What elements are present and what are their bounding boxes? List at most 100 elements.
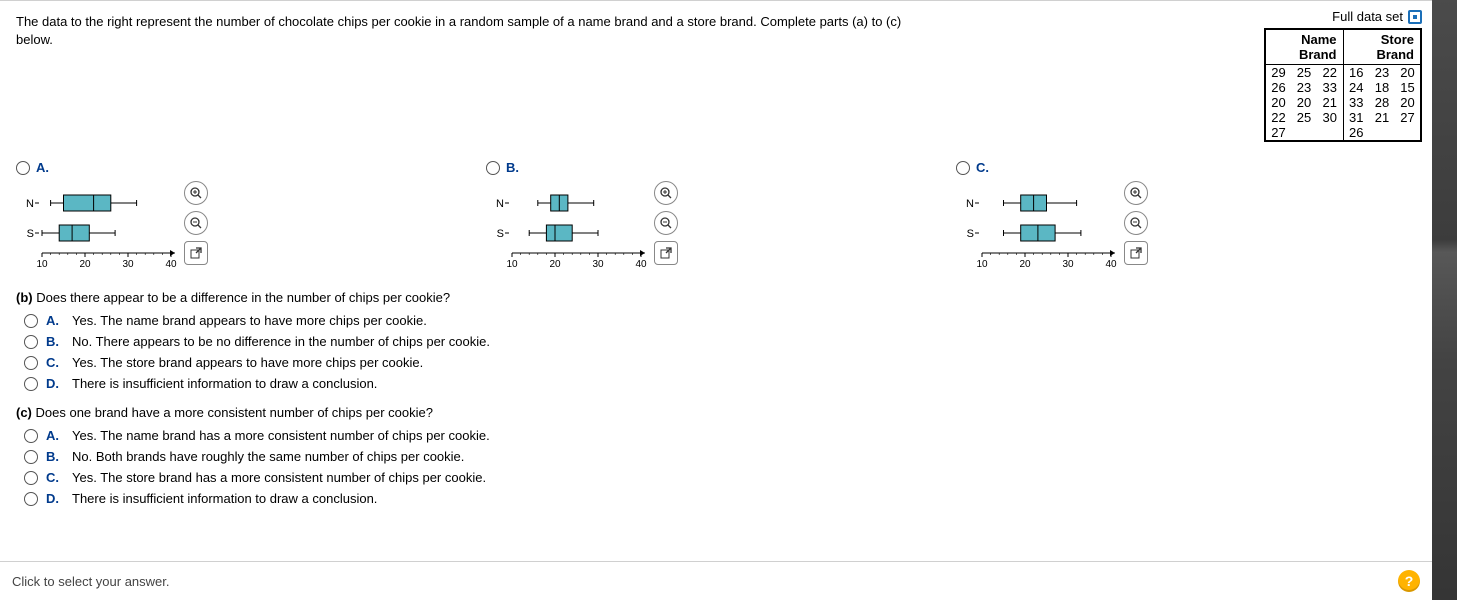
radio-b-d[interactable] — [24, 377, 38, 391]
cell: 20 — [1265, 95, 1291, 110]
cell: 22 — [1265, 110, 1291, 125]
svg-text:20: 20 — [79, 259, 91, 270]
cell: 27 — [1395, 110, 1421, 125]
background-strip — [1432, 0, 1457, 600]
svg-text:N: N — [26, 198, 34, 210]
svg-text:10: 10 — [36, 259, 48, 270]
radio-plot-b[interactable] — [486, 161, 500, 175]
cell: 20 — [1395, 65, 1421, 81]
svg-text:20: 20 — [1019, 259, 1031, 270]
opt-label: C. — [46, 470, 64, 485]
opt-text: No. There appears to be no difference in… — [72, 334, 490, 349]
cell — [1291, 125, 1317, 141]
zoom-in-icon[interactable] — [184, 181, 208, 205]
radio-plot-c[interactable] — [956, 161, 970, 175]
table-header-name: Name Brand — [1265, 29, 1343, 65]
cell: 28 — [1369, 95, 1395, 110]
cell — [1395, 125, 1421, 141]
cell: 23 — [1369, 65, 1395, 81]
popout-icon[interactable] — [1124, 241, 1148, 265]
cell: 30 — [1317, 110, 1343, 125]
opt-text: Yes. The store brand appears to have mor… — [72, 355, 423, 370]
svg-text:10: 10 — [976, 259, 988, 270]
cell: 25 — [1291, 110, 1317, 125]
svg-text:40: 40 — [1105, 259, 1117, 270]
opt-label: A. — [46, 313, 64, 328]
cell: 29 — [1265, 65, 1291, 81]
opt-label: D. — [46, 376, 64, 391]
svg-text:40: 40 — [635, 259, 647, 270]
full-data-set-link[interactable]: Full data set — [1332, 9, 1422, 24]
zoom-in-icon[interactable] — [1124, 181, 1148, 205]
question-c-text: Does one brand have a more consistent nu… — [36, 405, 433, 420]
radio-b-a[interactable] — [24, 314, 38, 328]
svg-text:20: 20 — [549, 259, 561, 270]
cell: 15 — [1395, 80, 1421, 95]
svg-text:10: 10 — [506, 259, 518, 270]
radio-b-c[interactable] — [24, 356, 38, 370]
cell: 33 — [1343, 95, 1369, 110]
opt-label: D. — [46, 491, 64, 506]
data-table: Name Brand Store Brand 29 25 22 16 23 20… — [1264, 28, 1422, 142]
cell: 25 — [1291, 65, 1317, 81]
cell: 20 — [1291, 95, 1317, 110]
cell: 16 — [1343, 65, 1369, 81]
popout-icon[interactable] — [654, 241, 678, 265]
zoom-in-icon[interactable] — [654, 181, 678, 205]
full-data-set-label: Full data set — [1332, 9, 1403, 24]
opt-text: Yes. The store brand has a more consiste… — [72, 470, 486, 485]
svg-text:30: 30 — [592, 259, 604, 270]
cell: 24 — [1343, 80, 1369, 95]
cell: 18 — [1369, 80, 1395, 95]
svg-text:30: 30 — [122, 259, 134, 270]
radio-c-b[interactable] — [24, 450, 38, 464]
svg-text:S: S — [497, 228, 504, 240]
opt-text: There is insufficient information to dra… — [72, 491, 377, 506]
radio-c-a[interactable] — [24, 429, 38, 443]
table-header-store: Store Brand — [1343, 29, 1421, 65]
cell: 21 — [1317, 95, 1343, 110]
cell: 26 — [1343, 125, 1369, 141]
question-b-prefix: (b) — [16, 290, 36, 305]
opt-text: No. Both brands have roughly the same nu… — [72, 449, 464, 464]
data-set-icon — [1408, 10, 1422, 24]
help-button[interactable]: ? — [1398, 570, 1420, 592]
cell: 22 — [1317, 65, 1343, 81]
cell: 20 — [1395, 95, 1421, 110]
intro-text: The data to the right represent the numb… — [16, 9, 916, 48]
plot-choice-c-label: C. — [976, 160, 989, 175]
boxplot-c: 10 20 30 40 N S — [964, 181, 1119, 276]
cell: 23 — [1291, 80, 1317, 95]
cell: 33 — [1317, 80, 1343, 95]
boxplot-b: 10203040NS — [494, 181, 649, 276]
svg-text:30: 30 — [1062, 259, 1074, 270]
radio-c-c[interactable] — [24, 471, 38, 485]
footer-text: Click to select your answer. — [12, 574, 170, 589]
cell — [1317, 125, 1343, 141]
question-c-prefix: (c) — [16, 405, 36, 420]
opt-label: B. — [46, 449, 64, 464]
opt-label: C. — [46, 355, 64, 370]
opt-label: B. — [46, 334, 64, 349]
opt-label: A. — [46, 428, 64, 443]
plot-choice-b-label: B. — [506, 160, 519, 175]
radio-b-b[interactable] — [24, 335, 38, 349]
cell: 26 — [1265, 80, 1291, 95]
opt-text: There is insufficient information to dra… — [72, 376, 377, 391]
zoom-out-icon[interactable] — [184, 211, 208, 235]
radio-c-d[interactable] — [24, 492, 38, 506]
opt-text: Yes. The name brand appears to have more… — [72, 313, 427, 328]
popout-icon[interactable] — [184, 241, 208, 265]
opt-text: Yes. The name brand has a more consisten… — [72, 428, 490, 443]
zoom-out-icon[interactable] — [654, 211, 678, 235]
radio-plot-a[interactable] — [16, 161, 30, 175]
boxplot-a: 10203040NS — [24, 181, 179, 276]
question-b-text: Does there appear to be a difference in … — [36, 290, 450, 305]
plot-choice-a-label: A. — [36, 160, 49, 175]
cell: 27 — [1265, 125, 1291, 141]
svg-text:N: N — [966, 198, 974, 210]
question-c-prompt: (c) Does one brand have a more consisten… — [16, 405, 1422, 420]
cell: 21 — [1369, 110, 1395, 125]
svg-text:S: S — [967, 228, 974, 240]
zoom-out-icon[interactable] — [1124, 211, 1148, 235]
